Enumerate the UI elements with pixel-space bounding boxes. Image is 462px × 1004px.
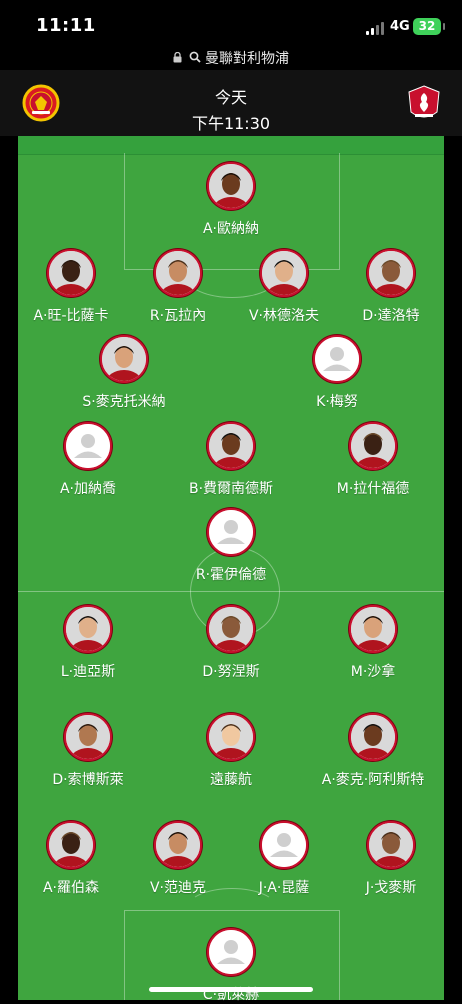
away-team-crest-icon[interactable] xyxy=(406,84,444,122)
player-avatar xyxy=(367,821,415,869)
player-placeholder-icon xyxy=(207,928,255,976)
away-player[interactable]: J·戈麥斯 xyxy=(316,821,462,897)
player-placeholder-icon xyxy=(207,508,255,556)
player-name: K·梅努 xyxy=(316,394,358,410)
player-name: 遠藤航 xyxy=(210,772,252,788)
home-player[interactable]: A·歐納納 xyxy=(156,162,306,238)
player-name: B·費爾南德斯 xyxy=(188,481,274,497)
player-name: R·霍伊倫德 xyxy=(195,567,267,583)
player-avatar xyxy=(260,249,308,297)
player-avatar xyxy=(47,821,95,869)
away-player[interactable]: M·沙拿 xyxy=(298,605,448,681)
battery-level: 32 xyxy=(418,19,436,33)
cellular-signal-icon xyxy=(366,22,384,35)
away-player[interactable]: D·索博斯萊 xyxy=(13,713,163,789)
network-type: 4G xyxy=(390,19,410,34)
match-header: 今天 下午11:30 xyxy=(0,70,462,136)
player-placeholder-icon xyxy=(313,335,361,383)
battery-icon: 32 xyxy=(413,18,445,35)
away-player[interactable]: 遠藤航 xyxy=(156,713,306,789)
player-name: D·達洛特 xyxy=(362,308,420,324)
player-name: D·努涅斯 xyxy=(202,664,260,680)
status-time: 11:11 xyxy=(36,15,96,36)
lock-icon xyxy=(173,51,182,66)
player-name: J·戈麥斯 xyxy=(365,880,417,896)
player-avatar xyxy=(349,422,397,470)
player-placeholder-icon xyxy=(260,821,308,869)
player-avatar xyxy=(207,605,255,653)
away-player[interactable]: A·麥克·阿利斯特 xyxy=(298,713,448,789)
status-bar: 11:11 4G 32 xyxy=(0,0,462,48)
player-placeholder-icon xyxy=(64,422,112,470)
home-player[interactable]: A·加納喬 xyxy=(13,422,163,498)
player-avatar xyxy=(154,821,202,869)
player-name: A·歐納納 xyxy=(202,221,260,237)
player-avatar xyxy=(100,335,148,383)
player-avatar xyxy=(207,713,255,761)
home-player[interactable]: S·麥克托米納 xyxy=(49,335,199,411)
player-name: M·拉什福德 xyxy=(336,481,410,497)
home-player[interactable]: D·達洛特 xyxy=(316,249,462,325)
player-name: S·麥克托米納 xyxy=(82,394,166,410)
home-player[interactable]: R·霍伊倫德 xyxy=(156,508,306,584)
search-icon xyxy=(189,51,205,67)
home-player[interactable]: K·梅努 xyxy=(262,335,412,411)
player-avatar xyxy=(207,162,255,210)
home-indicator[interactable] xyxy=(149,987,313,992)
player-avatar xyxy=(367,249,415,297)
player-avatar xyxy=(47,249,95,297)
player-name: D·索博斯萊 xyxy=(52,772,124,788)
home-player[interactable]: B·費爾南德斯 xyxy=(156,422,306,498)
home-player[interactable]: M·拉什福德 xyxy=(298,422,448,498)
address-bar[interactable]: 曼聯對利物浦 xyxy=(0,48,462,70)
away-player[interactable]: D·努涅斯 xyxy=(156,605,306,681)
player-avatar xyxy=(349,713,397,761)
away-player[interactable]: L·迪亞斯 xyxy=(13,605,163,681)
match-day: 今天 xyxy=(214,88,247,107)
match-kickoff-time: 下午11:30 xyxy=(191,114,271,133)
player-avatar xyxy=(154,249,202,297)
player-name: A·麥克·阿利斯特 xyxy=(321,772,425,788)
player-name: A·加納喬 xyxy=(59,481,117,497)
url-text: 曼聯對利物浦 xyxy=(204,51,289,67)
player-avatar xyxy=(64,605,112,653)
player-name: M·沙拿 xyxy=(350,664,396,680)
player-avatar xyxy=(207,422,255,470)
player-avatar xyxy=(64,713,112,761)
player-name: L·迪亞斯 xyxy=(60,664,116,680)
away-player[interactable]: C·凱萊赫 xyxy=(156,928,306,1004)
player-avatar xyxy=(349,605,397,653)
